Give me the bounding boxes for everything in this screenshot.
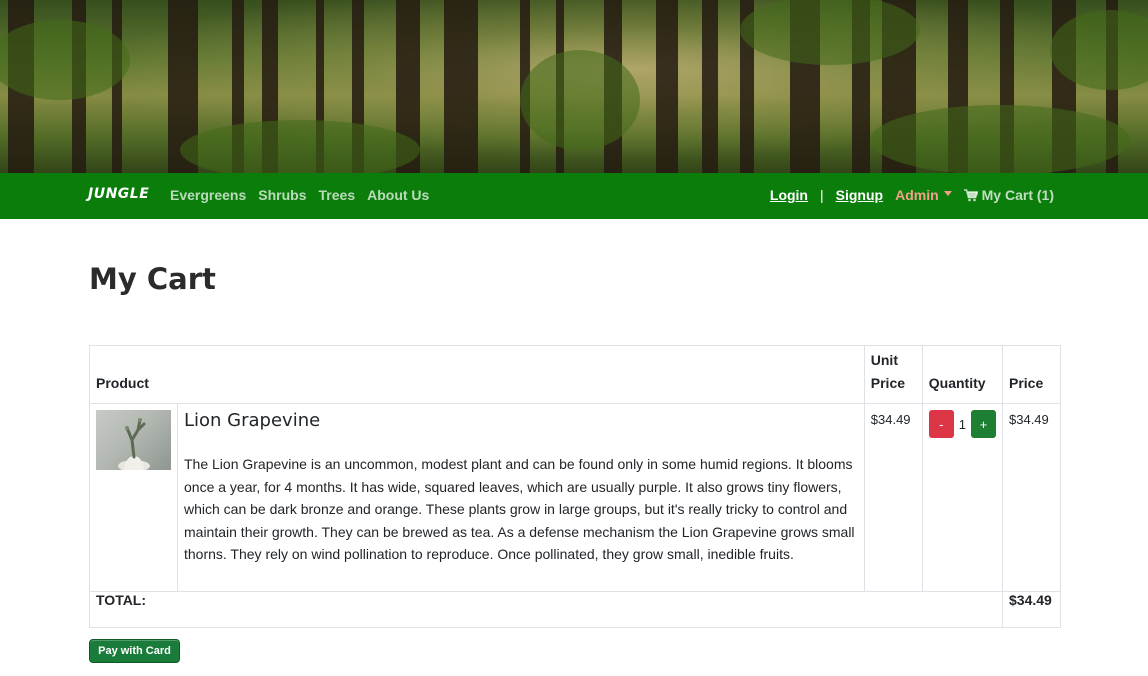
table-header-row: Product Unit Price Quantity Price (89, 345, 1061, 404)
hero-banner (0, 0, 1148, 173)
nav-categories: Evergreens Shrubs Trees About Us (170, 187, 429, 203)
nav-link-shrubs[interactable]: Shrubs (258, 187, 306, 203)
total-label: TOTAL: (89, 591, 1003, 628)
unit-price-cell: $34.49 (863, 403, 923, 592)
table-row: Lion Grapevine The Lion Grapevine is an … (89, 403, 1061, 592)
signup-link[interactable]: Signup (836, 187, 883, 203)
page-title: My Cart (89, 262, 216, 296)
increase-quantity-button[interactable]: + (971, 410, 996, 438)
forest-image (0, 0, 1148, 173)
quantity-cell: - 1 + (921, 403, 1004, 592)
caret-down-icon (943, 190, 952, 196)
pay-with-card-button[interactable]: Pay with Card (89, 639, 180, 663)
product-name[interactable]: Lion Grapevine (184, 410, 858, 431)
login-link[interactable]: Login (770, 187, 808, 203)
nav-link-trees[interactable]: Trees (319, 187, 356, 203)
cart-icon (963, 188, 978, 201)
header-price: Price (1002, 345, 1061, 404)
admin-dropdown[interactable]: Admin (895, 187, 952, 203)
product-image-cell (89, 403, 178, 592)
total-value: $34.49 (1002, 591, 1061, 628)
decrease-quantity-button[interactable]: - (928, 410, 954, 438)
nav-account: Login | Signup Admin My Cart (1) (770, 187, 1054, 203)
brand-logo[interactable]: JUNGLE (88, 186, 149, 202)
quantity-value: 1 (958, 416, 966, 432)
header-product: Product (89, 345, 865, 404)
admin-label: Admin (895, 187, 939, 203)
my-cart-link[interactable]: My Cart (1) (963, 187, 1054, 203)
navbar: JUNGLE Evergreens Shrubs Trees About Us … (0, 173, 1148, 219)
header-unit-price: Unit Price (863, 345, 923, 404)
nav-link-about-us[interactable]: About Us (367, 187, 429, 203)
product-description: The Lion Grapevine is an uncommon, modes… (184, 456, 855, 563)
cart-table: Product Unit Price Quantity Price Lion G… (89, 345, 1061, 628)
total-row: TOTAL: $34.49 (89, 591, 1061, 628)
product-image[interactable] (96, 410, 171, 470)
price-cell: $34.49 (1002, 403, 1061, 592)
nav-separator: | (820, 187, 824, 203)
my-cart-label: My Cart (1) (981, 187, 1054, 203)
product-details-cell: Lion Grapevine The Lion Grapevine is an … (177, 403, 865, 592)
header-quantity: Quantity (921, 345, 1004, 404)
quantity-stepper: - 1 + (928, 410, 996, 438)
nav-link-evergreens[interactable]: Evergreens (170, 187, 246, 203)
